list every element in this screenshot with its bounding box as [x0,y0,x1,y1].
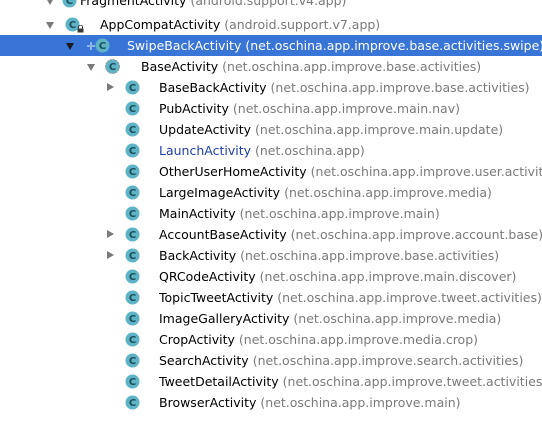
tree-node-label: MainActivity (net.oschina.app.improve.ma… [159,206,440,221]
class-icon: C [125,290,140,305]
class-icon: C [125,185,140,200]
svg-text:C: C [129,188,136,199]
tree-node-label: LaunchActivity (net.oschina.app) [159,143,365,158]
tree-node-selected[interactable]: C SwipeBackActivity (net.oschina.app.imp… [0,35,542,56]
svg-text:C: C [129,83,136,94]
tree-node-label: PubActivity (net.oschina.app.improve.mai… [159,101,460,116]
svg-text:C: C [129,356,136,367]
tree-node[interactable]: C LaunchActivity (net.oschina.app) [0,140,542,161]
class-icon: C [125,311,140,326]
chevron-right-icon[interactable] [107,83,114,91]
class-icon: C [125,227,140,242]
chevron-down-icon[interactable] [46,22,54,29]
class-icon: C [125,374,140,389]
svg-text:C: C [129,125,136,136]
chevron-right-icon[interactable] [107,230,114,238]
svg-text:C: C [129,377,136,388]
tree-node[interactable]: C LargeImageActivity (net.oschina.app.im… [0,182,542,203]
tree-node[interactable]: C QRCodeActivity (net.oschina.app.improv… [0,266,542,287]
tree-node-label: SearchActivity (net.oschina.app.improve.… [159,353,524,368]
abstract-class-icon: C [62,0,77,8]
svg-text:C: C [69,20,76,31]
tree-node[interactable]: C BaseActivity (net.oschina.app.improve.… [0,56,542,77]
class-icon: C [95,38,110,53]
tree-node[interactable]: C CropActivity (net.oschina.app.improve.… [0,329,542,350]
tree-node[interactable]: C SearchActivity (net.oschina.app.improv… [0,350,542,371]
chevron-down-icon[interactable] [46,0,54,5]
class-icon: C [125,143,140,158]
tree-node-label: BrowserActivity (net.oschina.app.improve… [159,395,461,410]
tree-node[interactable]: C PubActivity (net.oschina.app.improve.m… [0,98,542,119]
svg-text:C: C [129,230,136,241]
svg-text:C: C [129,209,136,220]
chevron-right-icon[interactable] [107,251,114,259]
tree-node-label: AppCompatActivity (android.support.v7.ap… [100,17,381,32]
tree-node-label: LargeImageActivity (net.oschina.app.impr… [159,185,492,200]
tree-node-label: AccountBaseActivity (net.oschina.app.imp… [159,227,542,242]
tree-node[interactable]: C TweetDetailActivity (net.oschina.app.i… [0,371,542,392]
tree-node-label: QRCodeActivity (net.oschina.app.improve.… [159,269,517,284]
svg-text:C: C [129,398,136,409]
tree-node[interactable]: C BackActivity (net.oschina.app.improve.… [0,245,542,266]
tree-node-label: CropActivity (net.oschina.app.improve.me… [159,332,479,347]
svg-text:C: C [109,62,116,73]
tree-node[interactable]: C UpdateActivity (net.oschina.app.improv… [0,119,542,140]
class-icon: C [125,248,140,263]
svg-text:C: C [129,293,136,304]
tree-node[interactable]: C BaseBackActivity (net.oschina.app.impr… [0,77,542,98]
tree-node[interactable]: C FragmentActivity (android.support.v4.a… [0,0,542,11]
class-icon: C [125,206,140,221]
class-icon: C [125,395,140,410]
svg-text:C: C [129,335,136,346]
chevron-down-icon[interactable] [87,64,95,71]
class-icon: C [125,353,140,368]
class-icon: C [125,164,140,179]
tree-node-label: ImageGalleryActivity (net.oschina.app.im… [159,311,502,326]
tree-node-label: FragmentActivity (android.support.v4.app… [80,0,347,8]
tree-node[interactable]: C OtherUserHomeActivity (net.oschina.app… [0,161,542,182]
tree-node[interactable]: C BrowserActivity (net.oschina.app.impro… [0,392,542,413]
chevron-down-icon[interactable] [66,43,74,50]
tree-node-label: SwipeBackActivity (net.oschina.app.impro… [127,38,542,53]
tree-node-label: BaseBackActivity (net.oschina.app.improv… [159,80,530,95]
tree-node[interactable]: C TopicTweetActivity (net.oschina.app.im… [0,287,542,308]
svg-text:C: C [129,167,136,178]
tree-node-label: BackActivity (net.oschina.app.improve.ba… [159,248,500,263]
tree-node[interactable]: C AccountBaseActivity (net.oschina.app.i… [0,224,542,245]
tree-node-label: TopicTweetActivity (net.oschina.app.impr… [159,290,542,305]
abstract-class-icon: C [105,59,120,74]
svg-text:C: C [129,251,136,262]
tree-node[interactable]: C ImageGalleryActivity (net.oschina.app.… [0,308,542,329]
svg-text:C: C [129,272,136,283]
svg-text:C: C [129,146,136,157]
tree-node-label: UpdateActivity (net.oschina.app.improve.… [159,122,504,137]
svg-text:C: C [66,0,73,7]
class-icon: C [125,122,140,137]
svg-text:C: C [99,41,106,52]
type-hierarchy-tree: C FragmentActivity (android.support.v4.a… [0,0,542,427]
tree-node-label: OtherUserHomeActivity (net.oschina.app.i… [159,164,542,179]
lock-icon [77,25,84,33]
svg-text:C: C [129,314,136,325]
class-icon: C [125,101,140,116]
tree-node[interactable]: C MainActivity (net.oschina.app.improve.… [0,203,542,224]
svg-text:C: C [129,104,136,115]
class-icon: C [125,269,140,284]
tree-node-label: BaseActivity (net.oschina.app.improve.ba… [141,59,482,74]
tree-node-label: TweetDetailActivity (net.oschina.app.imp… [159,374,542,389]
tree-node[interactable]: C AppCompatActivity (android.support.v7.… [0,14,542,35]
class-icon: C [125,80,140,95]
class-icon: C [125,332,140,347]
